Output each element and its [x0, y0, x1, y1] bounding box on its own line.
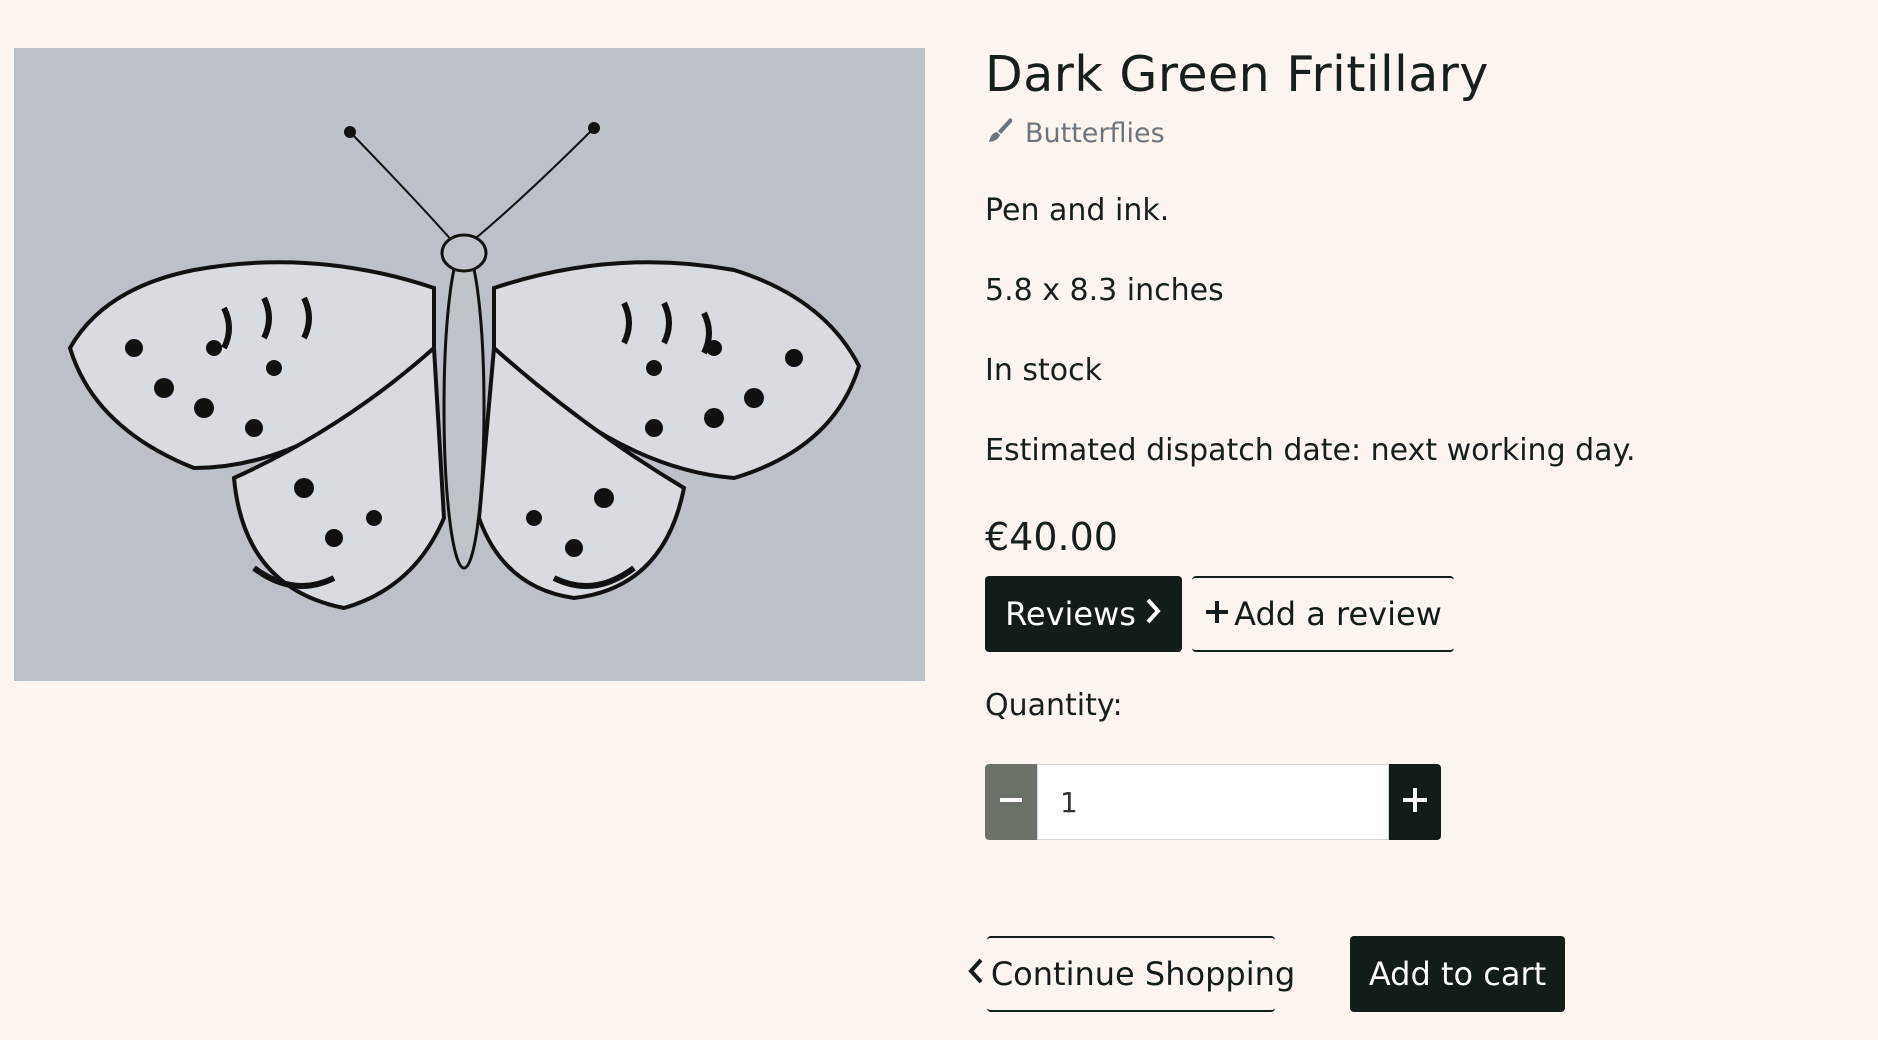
add-to-cart-button[interactable]: Add to cart [1350, 936, 1565, 1012]
stock-status: In stock [985, 353, 1103, 388]
product-price: €40.00 [985, 515, 1118, 559]
continue-shopping-button[interactable]: Continue Shopping [968, 936, 1295, 1012]
dispatch-estimate: Estimated dispatch date: next working da… [985, 433, 1636, 468]
chevron-right-icon [1144, 595, 1162, 633]
reviews-button[interactable]: Reviews [985, 576, 1182, 652]
minus-icon [999, 788, 1023, 816]
decrement-button[interactable] [985, 764, 1037, 840]
continue-shopping-label: Continue Shopping [990, 955, 1296, 993]
add-to-cart-label: Add to cart [1368, 955, 1547, 993]
product-title: Dark Green Fritillary [985, 46, 1489, 103]
quantity-stepper [985, 764, 1441, 840]
paintbrush-icon [985, 115, 1015, 152]
plus-icon [1204, 595, 1230, 633]
product-size: 5.8 x 8.3 inches [985, 273, 1224, 308]
product-category[interactable]: Butterflies [985, 115, 1165, 152]
increment-button[interactable] [1389, 764, 1441, 840]
plus-icon [1402, 787, 1428, 817]
product-image [14, 48, 925, 681]
add-review-button[interactable]: Add a review [1192, 576, 1454, 652]
reviews-label: Reviews [1005, 595, 1136, 633]
product-medium: Pen and ink. [985, 193, 1170, 228]
chevron-left-icon [967, 955, 985, 993]
category-label: Butterflies [1025, 118, 1165, 149]
butterfly-drawing [14, 48, 925, 681]
quantity-label: Quantity: [985, 688, 1123, 723]
quantity-input[interactable] [1037, 764, 1389, 840]
add-review-label: Add a review [1234, 595, 1442, 633]
